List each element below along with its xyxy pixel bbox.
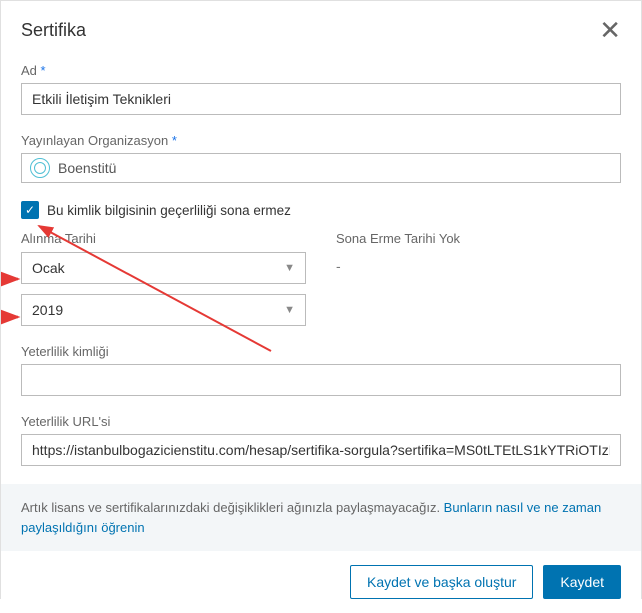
year-value: 2019 [32,302,63,318]
expire-date-dash: - [336,252,621,274]
org-label: Yayınlayan Organizasyon * [21,133,621,148]
month-select[interactable]: Ocak ▼ [21,252,306,284]
credential-url-input[interactable] [21,434,621,466]
required-star: * [41,63,46,78]
name-label: Ad * [21,63,621,78]
save-and-create-another-button[interactable]: Kaydet ve başka oluştur [350,565,533,599]
close-button[interactable]: ✕ [599,17,621,43]
received-date-label: Alınma Tarihi [21,231,306,246]
expire-date-label: Sona Erme Tarihi Yok [336,231,621,246]
year-select[interactable]: 2019 ▼ [21,294,306,326]
modal-title: Sertifika [21,20,86,41]
expire-checkbox-label: Bu kimlik bilgisinin geçerliliği sona er… [47,203,291,218]
chevron-down-icon: ▼ [284,262,295,274]
chevron-down-icon: ▼ [284,304,295,316]
org-input[interactable]: Boenstitü [21,153,621,183]
credential-id-label: Yeterlilik kimliği [21,344,621,359]
required-star: * [172,133,177,148]
close-icon: ✕ [599,15,621,45]
footer-note: Artık lisans ve sertifikalarınızdaki değ… [1,484,641,551]
month-value: Ocak [32,260,65,276]
credential-id-input[interactable] [21,364,621,396]
credential-url-label: Yeterlilik URL'si [21,414,621,429]
checkbox-checked-icon: ✓ [21,201,39,219]
org-logo-icon [30,158,50,178]
org-name-text: Boenstitü [58,160,116,176]
save-button[interactable]: Kaydet [543,565,621,599]
name-input[interactable] [21,83,621,115]
expire-checkbox-row[interactable]: ✓ Bu kimlik bilgisinin geçerliliği sona … [21,201,621,219]
